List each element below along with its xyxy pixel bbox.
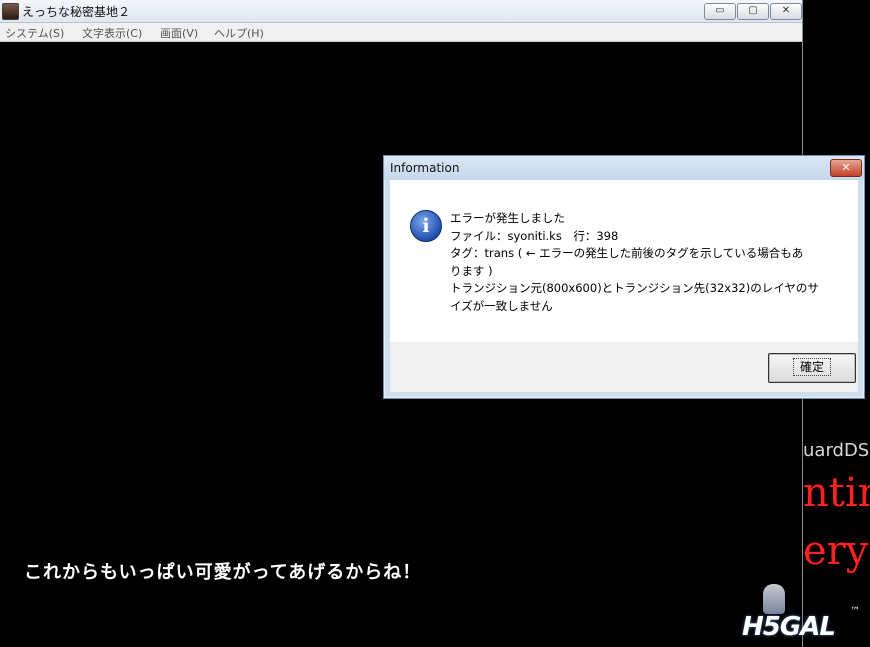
error-message: エラーが発生しました ファイル：syoniti.ks 行：398 タグ：tran… — [450, 210, 850, 315]
app-icon — [2, 3, 19, 20]
message-line: イズが一致しません — [450, 298, 553, 313]
background-text-fragment-2: ntin — [803, 470, 870, 516]
mascot-image — [763, 584, 785, 614]
information-dialog: Information ✕ i エラーが発生しました ファイル：syoniti.… — [383, 155, 865, 399]
dialog-close-button[interactable]: ✕ — [830, 159, 862, 177]
menu-system[interactable]: システム(S) — [5, 25, 64, 41]
watermark-logo: H5GAL — [742, 612, 836, 642]
dialog-body: i エラーが発生しました ファイル：syoniti.ks 行：398 タグ：tr… — [390, 180, 858, 342]
menu-help[interactable]: ヘルプ(H) — [214, 25, 264, 41]
ok-button-label: 確定 — [792, 358, 831, 376]
window-title: えっちな秘密基地２ — [22, 5, 131, 19]
menu-screen[interactable]: 画面(V) — [160, 25, 198, 41]
message-line: ります ) — [450, 263, 493, 278]
dialog-title: Information — [390, 161, 460, 175]
minimize-button[interactable]: ▭ — [704, 3, 736, 20]
dialog-footer: 確定 — [390, 342, 858, 392]
dialogue-text: これからもいっぱい可愛がってあげるからね！ — [24, 562, 422, 583]
background-text-fragment-1: uardDSO — [803, 440, 870, 461]
message-line: ファイル：syoniti.ks 行：398 — [450, 228, 619, 243]
message-line: エラーが発生しました — [450, 211, 565, 225]
ok-button[interactable]: 確定 — [768, 353, 856, 383]
maximize-button[interactable]: ▢ — [737, 3, 769, 20]
background-text-fragment-3: ery — [803, 528, 869, 574]
close-button[interactable]: ✕ — [770, 3, 802, 20]
message-line: タグ：trans ( ← エラーの発生した前後のタグを示している場合もあ — [450, 246, 804, 260]
message-line: トランジション元(800x600)とトランジション先(32x32)のレイヤのサ — [450, 281, 819, 295]
info-icon: i — [410, 210, 442, 242]
trademark-symbol: ™ — [850, 606, 860, 617]
menu-bar: システム(S) 文字表示(C) 画面(V) ヘルプ(H) — [0, 23, 802, 42]
menu-text-display[interactable]: 文字表示(C) — [82, 25, 142, 41]
title-bar[interactable]: えっちな秘密基地２ ▭ ▢ ✕ — [0, 0, 802, 23]
dialog-title-bar[interactable]: Information ✕ — [384, 156, 864, 180]
